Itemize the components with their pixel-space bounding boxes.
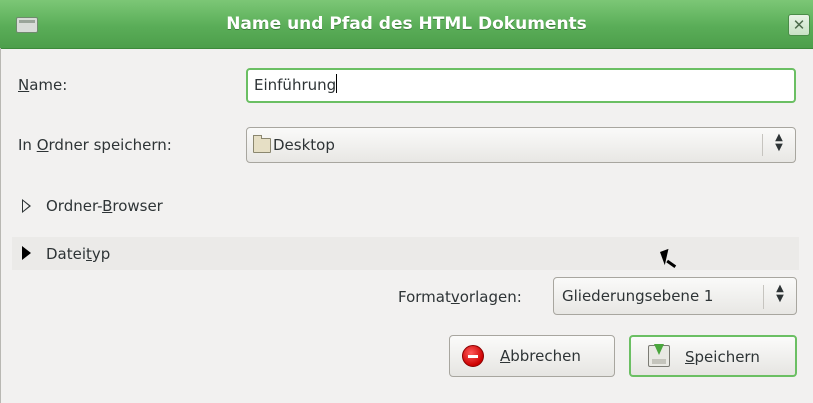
stop-icon bbox=[462, 345, 484, 367]
folder-label: In Ordner speichern: bbox=[18, 136, 172, 154]
folder-combo-value: Desktop bbox=[273, 136, 335, 154]
text-caret bbox=[336, 74, 338, 93]
title-bar[interactable]: Name und Pfad des HTML Dokuments ✕ bbox=[0, 0, 813, 49]
folder-combo[interactable]: Desktop ▲ ▼ bbox=[246, 127, 796, 163]
combo-separator bbox=[762, 134, 763, 156]
save-button[interactable]: Speichern bbox=[629, 335, 797, 377]
name-label: Name: bbox=[18, 76, 68, 94]
file-type-expander[interactable]: Dateityp bbox=[46, 245, 110, 263]
format-templates-combo[interactable]: Gliederungsebene 1 ▲ ▼ bbox=[553, 277, 797, 315]
combo-separator bbox=[763, 285, 764, 309]
updown-arrows-icon: ▲ ▼ bbox=[775, 132, 783, 153]
cancel-button[interactable]: Abbrechen bbox=[449, 335, 615, 377]
desktop-folder-icon bbox=[253, 135, 271, 153]
close-icon: ✕ bbox=[792, 16, 806, 34]
window-border bbox=[0, 48, 1, 403]
updown-arrows-icon: ▲ ▼ bbox=[776, 283, 784, 304]
save-icon bbox=[648, 344, 670, 367]
window-title: Name und Pfad des HTML Dokuments bbox=[226, 14, 587, 34]
folder-browser-expander[interactable]: Ordner-Browser bbox=[46, 197, 163, 215]
format-templates-label: Formatvorlagen: bbox=[398, 288, 522, 306]
cancel-button-label: Abbrechen bbox=[500, 347, 581, 365]
name-input[interactable]: Einführung bbox=[246, 68, 796, 103]
name-input-value: Einführung bbox=[254, 76, 337, 94]
close-button[interactable]: ✕ bbox=[788, 14, 810, 36]
format-templates-value: Gliederungsebene 1 bbox=[562, 287, 714, 305]
file-type-row[interactable] bbox=[12, 237, 799, 270]
expander-collapsed-icon[interactable] bbox=[22, 199, 31, 213]
expander-arrow-icon[interactable] bbox=[22, 246, 31, 260]
save-button-label: Speichern bbox=[685, 348, 760, 366]
